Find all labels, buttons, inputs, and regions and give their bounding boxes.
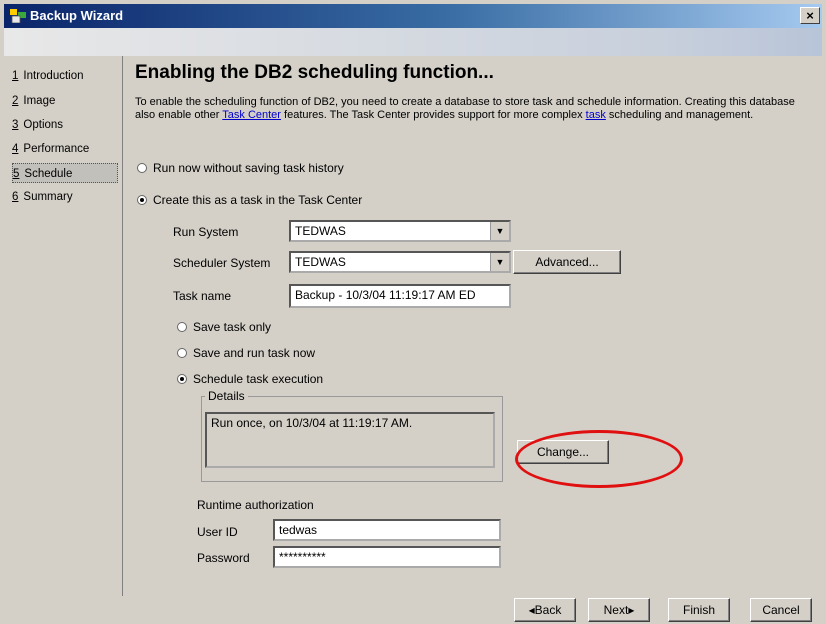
scheduler-system-select[interactable]: TEDWAS ▼	[289, 251, 511, 273]
scheduler-system-value: TEDWAS	[295, 255, 346, 269]
user-id-label: User ID	[197, 525, 238, 539]
run-system-select[interactable]: TEDWAS ▼	[289, 220, 511, 242]
nav-item-image[interactable]: 2 Image	[12, 91, 118, 111]
next-button[interactable]: Next▸	[588, 598, 650, 622]
page-description: To enable the scheduling function of DB2…	[135, 96, 815, 121]
nav-item-number: 2	[12, 95, 19, 107]
task-name-label: Task name	[173, 289, 232, 303]
finish-button[interactable]: Finish	[668, 598, 730, 622]
nav-item-label: Image	[23, 95, 56, 107]
description-text: scheduling and management.	[605, 108, 754, 121]
runtime-authorization-label: Runtime authorization	[197, 498, 314, 512]
nav-item-summary[interactable]: 6 Summary	[12, 187, 118, 207]
details-text: Run once, on 10/3/04 at 11:19:17 AM.	[205, 412, 495, 468]
task-name-input[interactable]: Backup - 10/3/04 11:19:17 AM ED	[289, 284, 511, 308]
radio-button-icon	[177, 322, 187, 332]
nav-item-options[interactable]: 3 Options	[12, 115, 118, 135]
page-title: Enabling the DB2 scheduling function...	[135, 62, 494, 83]
highlight-circle	[515, 430, 683, 488]
nav-item-number: 3	[12, 119, 19, 131]
radio-label: Create this as a task in the Task Center	[153, 193, 363, 207]
radio-button-icon	[137, 163, 147, 173]
schedule-task-radio[interactable]: Schedule task execution	[177, 372, 323, 386]
advanced-button[interactable]: Advanced...	[513, 250, 621, 274]
password-label: Password	[197, 551, 250, 565]
window-title: Backup Wizard	[30, 8, 124, 23]
user-id-input[interactable]: tedwas	[273, 519, 501, 541]
header-band	[4, 28, 822, 56]
password-input[interactable]: **********	[273, 546, 501, 568]
radio-label: Save task only	[193, 320, 272, 334]
save-task-only-radio[interactable]: Save task only	[177, 320, 271, 334]
nav-item-performance[interactable]: 4 Performance	[12, 139, 118, 159]
run-system-value: TEDWAS	[295, 224, 346, 238]
radio-button-selected-icon	[177, 374, 187, 384]
footer-bar: ◂Back Next▸ Finish Cancel	[4, 596, 822, 624]
radio-label: Schedule task execution	[193, 372, 324, 386]
dropdown-arrow-icon[interactable]: ▼	[490, 253, 509, 271]
backup-wizard-icon	[10, 9, 26, 23]
nav-item-schedule[interactable]: 5 Schedule	[12, 163, 118, 183]
nav-item-label: Summary	[23, 191, 73, 203]
radio-label: Run now without saving task history	[153, 161, 344, 175]
description-text: features. The Task Center provides suppo…	[280, 108, 586, 121]
nav-item-number: 5	[13, 168, 20, 180]
cancel-button[interactable]: Cancel	[750, 598, 812, 622]
nav-item-label: Performance	[23, 143, 90, 155]
nav-item-label: Options	[23, 119, 64, 131]
run-system-label: Run System	[173, 225, 239, 239]
wizard-steps-nav: 1 Introduction 2 Image 3 Options 4 Performan…	[4, 56, 123, 596]
task-link[interactable]: task	[586, 109, 606, 121]
nav-item-label: Schedule	[24, 168, 73, 180]
scheduler-system-label: Scheduler System	[173, 256, 271, 270]
dropdown-arrow-icon[interactable]: ▼	[490, 222, 509, 240]
nav-item-label: Introduction	[23, 70, 84, 82]
radio-label: Save and run task now	[193, 346, 316, 360]
radio-button-icon	[177, 348, 187, 358]
save-and-run-radio[interactable]: Save and run task now	[177, 346, 315, 360]
nav-item-number: 6	[12, 191, 19, 203]
schedule-page: Enabling the DB2 scheduling function... …	[123, 56, 822, 596]
nav-item-introduction[interactable]: 1 Introduction	[12, 66, 118, 86]
task-center-link[interactable]: Task Center	[222, 109, 281, 121]
title-bar: Backup Wizard ×	[4, 4, 822, 28]
close-button[interactable]: ×	[800, 7, 820, 24]
back-button[interactable]: ◂Back	[514, 598, 576, 622]
run-now-radio[interactable]: Run now without saving task history	[137, 161, 344, 175]
nav-item-number: 4	[12, 143, 19, 155]
nav-item-number: 1	[12, 70, 19, 82]
create-task-radio[interactable]: Create this as a task in the Task Center	[137, 193, 362, 207]
details-title: Details	[205, 389, 248, 403]
radio-button-selected-icon	[137, 195, 147, 205]
